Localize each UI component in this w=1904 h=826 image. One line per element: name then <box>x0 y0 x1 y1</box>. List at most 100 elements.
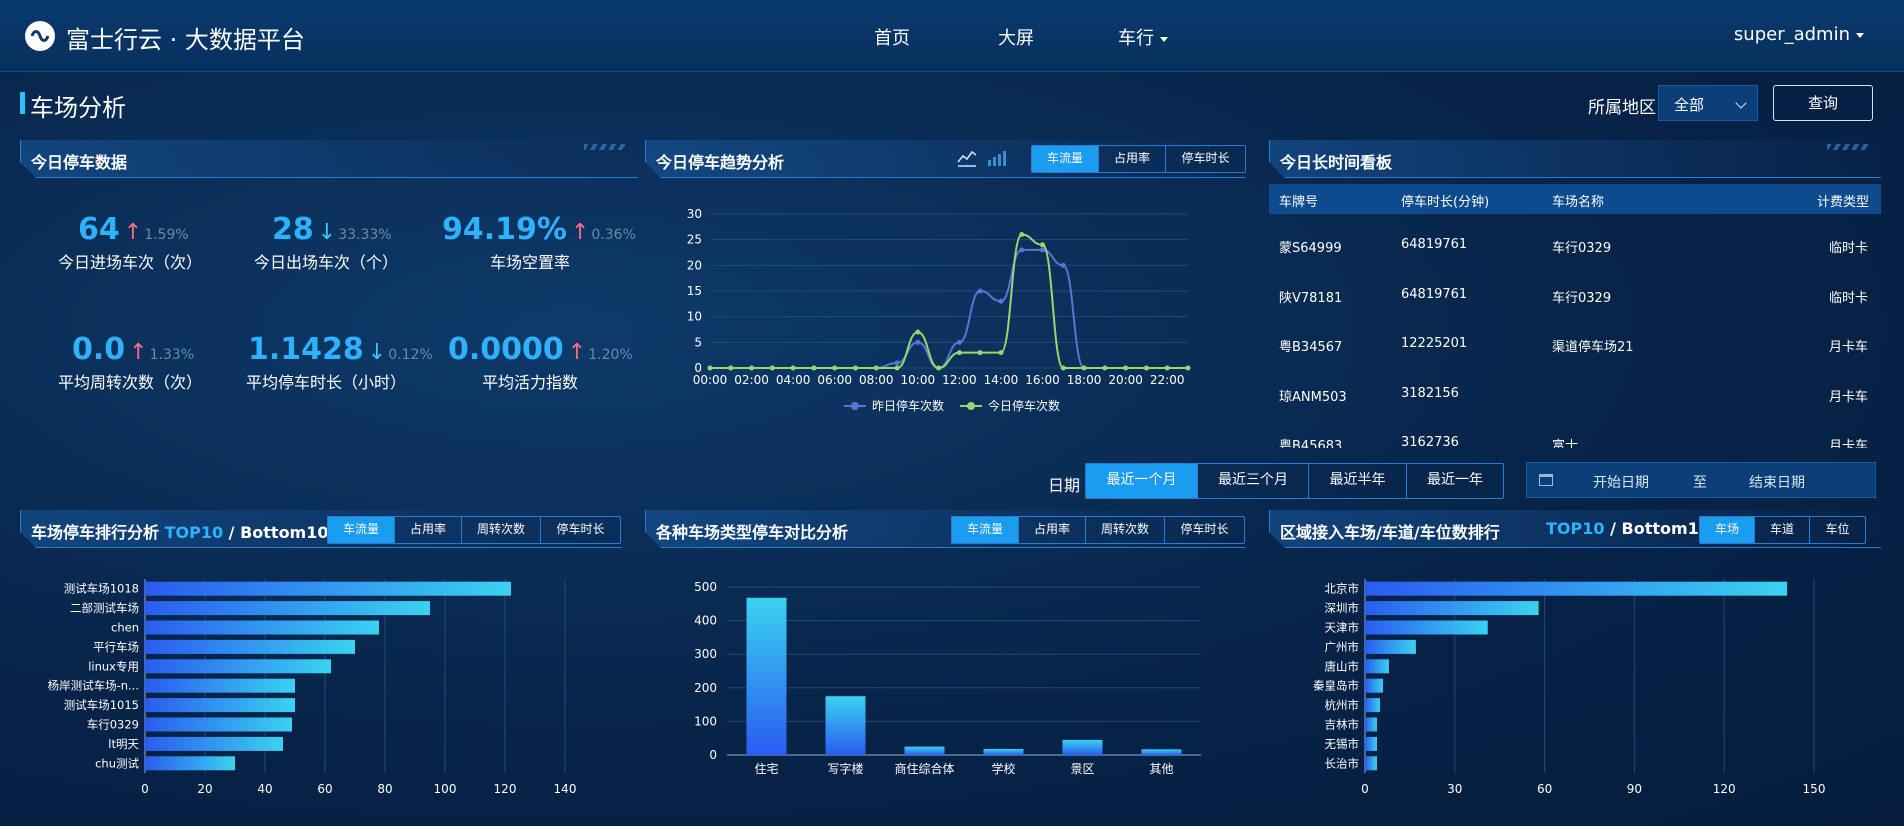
page-title: 车场分析 <box>30 94 126 122</box>
cell-lot-name: 富士 <box>1552 439 1579 448</box>
cell-duration: 64819761 <box>1401 287 1468 302</box>
y-tick-label: 5 <box>694 335 702 349</box>
x-tick-label: 30 <box>1447 782 1462 796</box>
ranking-title-top: TOP10 <box>164 523 224 542</box>
y-tick-label: 0 <box>709 748 717 762</box>
cell-plate: 蒙S64999 <box>1279 241 1342 256</box>
series-line-today <box>710 233 1188 370</box>
col-duration: 停车时长(分钟) <box>1401 195 1490 210</box>
tab-occupancy[interactable]: 占用率 <box>1019 517 1086 543</box>
tab-last-month[interactable]: 最近一个月 <box>1086 464 1198 498</box>
x-tick-label: 90 <box>1627 782 1642 796</box>
tab-traffic[interactable]: 车流量 <box>1032 146 1099 172</box>
category-label: 住宅 <box>754 761 778 776</box>
category-label: 测试车场1015 <box>64 698 139 712</box>
cell-plate: 粤B34567 <box>1279 340 1343 355</box>
tab-occupancy[interactable]: 占用率 <box>395 517 462 543</box>
x-tick-label: 150 <box>1803 782 1826 796</box>
bar-chart-icon[interactable] <box>986 148 1008 168</box>
header-decoration <box>1827 144 1869 150</box>
cell-fee-type: 临时卡 <box>1829 241 1869 256</box>
data-point <box>769 365 775 371</box>
bar <box>1365 698 1380 713</box>
x-tick-label: 00:00 <box>693 373 728 387</box>
data-point <box>977 350 983 356</box>
line-chart-icon[interactable] <box>956 148 978 168</box>
chevron-down-icon <box>1735 97 1747 109</box>
nav-bigscreen[interactable]: 大屏 <box>998 24 1034 50</box>
x-tick-label: 04:00 <box>776 373 811 387</box>
x-tick-label: 14:00 <box>984 373 1019 387</box>
calendar-icon <box>1539 474 1553 486</box>
cell-plate: 琼ANM503 <box>1279 390 1347 405</box>
today-stats-title: 今日停车数据 <box>31 153 128 172</box>
longtime-table-body: 蒙S64999 64819761 车行0329 临时卡 陕V78181 6481… <box>1269 214 1881 448</box>
data-point <box>956 350 962 356</box>
kpi-value: 1.1428 <box>248 332 364 367</box>
tab-last-year[interactable]: 最近一年 <box>1407 464 1503 498</box>
col-fee-type: 计费类型 <box>1817 195 1870 210</box>
tab-traffic[interactable]: 车流量 <box>952 517 1019 543</box>
x-tick-label: 0 <box>141 782 149 796</box>
region-rank-bottom: / Bottom10 <box>1604 519 1710 538</box>
cell-duration: 3162736 <box>1401 435 1459 448</box>
kpi-value: 0.0000 <box>448 332 564 367</box>
kpi-turnover-label: 平均周转次数（次） <box>57 373 202 392</box>
tab-last-3-months[interactable]: 最近三个月 <box>1198 464 1309 498</box>
user-menu[interactable]: super_admin <box>1734 24 1864 45</box>
x-tick-label: 100 <box>434 782 457 796</box>
kpi-entries-label: 今日进场车次（次） <box>57 253 202 272</box>
tab-duration[interactable]: 停车时长 <box>1166 146 1245 172</box>
data-point <box>1019 247 1025 253</box>
bar <box>746 597 787 755</box>
date-label: 日期 <box>1048 476 1081 495</box>
region-select[interactable]: 全部 <box>1658 85 1758 121</box>
tab-last-half-year[interactable]: 最近半年 <box>1309 464 1407 498</box>
longtime-header: 今日长时间看板 <box>1269 140 1881 178</box>
bar <box>145 620 379 635</box>
data-point <box>894 360 900 366</box>
bar <box>1365 639 1416 654</box>
tab-traffic[interactable]: 车流量 <box>328 517 395 543</box>
tab-turnover[interactable]: 周转次数 <box>462 517 541 543</box>
tab-turnover[interactable]: 周转次数 <box>1086 517 1165 543</box>
y-tick-label: 100 <box>694 714 717 728</box>
category-label: 平行车场 <box>93 640 139 654</box>
logo-icon <box>25 21 55 51</box>
bar <box>1365 581 1788 596</box>
kpi-pct: 1.59% <box>144 227 189 243</box>
query-button[interactable]: 查询 <box>1773 85 1873 121</box>
kpi-value: 0.0 <box>72 332 126 367</box>
tab-spaces[interactable]: 车位 <box>1810 517 1865 543</box>
tab-lanes[interactable]: 车道 <box>1755 517 1810 543</box>
trend-tabs: 车流量 占用率 停车时长 <box>1031 145 1246 173</box>
tab-duration[interactable]: 停车时长 <box>1165 517 1244 543</box>
bar <box>1365 756 1377 771</box>
category-label: 其他 <box>1149 762 1173 776</box>
nav-home[interactable]: 首页 <box>874 24 910 50</box>
title-accent-bar <box>20 92 25 114</box>
nav-chexing[interactable]: 车行 <box>1118 24 1168 50</box>
data-point <box>852 365 858 371</box>
data-point <box>728 365 734 371</box>
start-date-input[interactable]: 开始日期 <box>1593 472 1649 492</box>
category-label: 商住综合体 <box>894 761 954 776</box>
category-label: 唐山市 <box>1325 659 1360 673</box>
x-tick-label: 120 <box>1713 782 1736 796</box>
category-label: 车行0329 <box>87 718 139 732</box>
bar <box>1141 749 1182 755</box>
date-range-picker[interactable]: 开始日期 至 结束日期 <box>1526 462 1876 498</box>
cell-duration: 64819761 <box>1401 237 1468 252</box>
data-point <box>936 365 942 371</box>
col-plate: 车牌号 <box>1279 195 1319 210</box>
tab-lots[interactable]: 车场 <box>1700 517 1755 543</box>
tab-occupancy[interactable]: 占用率 <box>1099 146 1166 172</box>
data-point <box>894 365 900 371</box>
end-date-input[interactable]: 结束日期 <box>1749 472 1805 492</box>
col-lot-name: 车场名称 <box>1552 195 1605 210</box>
kpi-vitality-value: 0.0000 ↑ 1.20% <box>448 332 633 367</box>
bar <box>1062 739 1103 755</box>
cell-duration: 12225201 <box>1401 336 1468 351</box>
tab-duration[interactable]: 停车时长 <box>541 517 620 543</box>
y-tick-label: 400 <box>694 614 717 628</box>
